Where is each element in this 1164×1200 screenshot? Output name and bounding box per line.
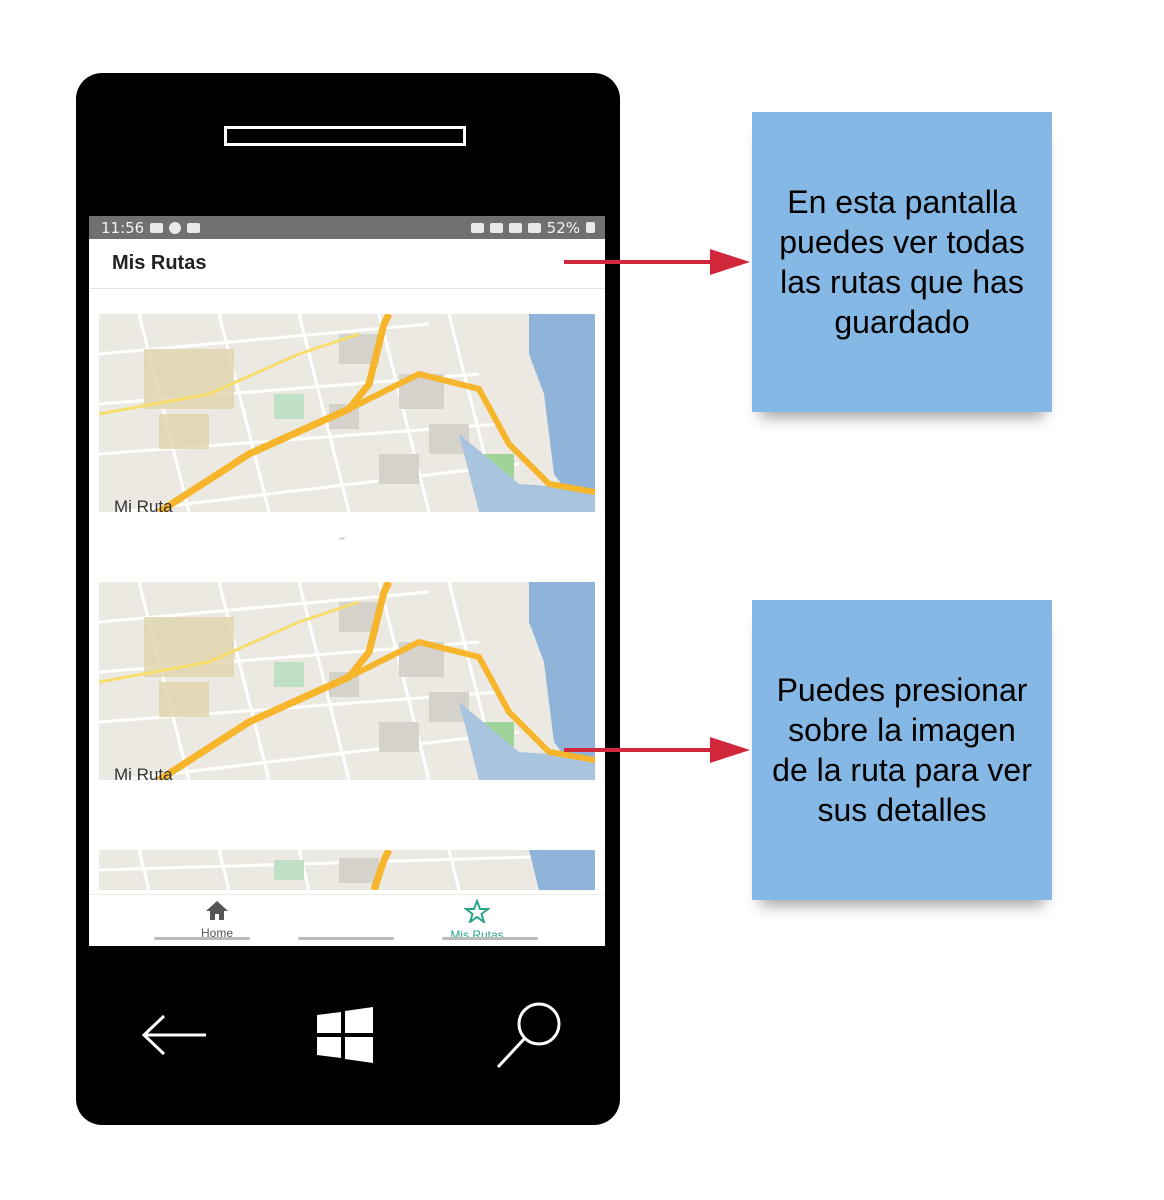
status-bar: 11:56 52% xyxy=(89,216,605,239)
back-arrow-icon[interactable] xyxy=(140,1013,210,1057)
annotation-note-list: En esta pantalla puedes ver todas las ru… xyxy=(752,112,1052,412)
image-notification-icon xyxy=(150,222,164,233)
arrow-right-icon xyxy=(564,737,750,763)
route-map-image[interactable] xyxy=(99,314,595,512)
phone-speaker xyxy=(224,126,466,146)
gesture-indicator xyxy=(154,937,250,940)
windows-start-icon[interactable] xyxy=(317,1007,373,1063)
annotation-text: En esta pantalla puedes ver todas las ru… xyxy=(779,184,1025,340)
alarm-icon xyxy=(470,222,484,233)
phone-frame: 11:56 52% Mis Rutas Mi Ruta Mi Ruta Home… xyxy=(76,73,620,1125)
annotation-text: Puedes presionar sobre la imagen de la r… xyxy=(772,672,1032,828)
app-notification-icon xyxy=(169,221,182,234)
signal-icon xyxy=(527,222,541,233)
list-divider xyxy=(339,537,345,540)
app-bar: Mis Rutas xyxy=(89,239,605,289)
phone-screen: 11:56 52% Mis Rutas Mi Ruta Mi Ruta Home… xyxy=(89,216,605,946)
route-name: Mi Ruta xyxy=(114,765,173,784)
wifi-icon xyxy=(508,222,522,233)
routes-list[interactable]: Mi Ruta Mi Ruta xyxy=(89,289,605,894)
folder-notification-icon xyxy=(187,222,201,233)
search-icon[interactable] xyxy=(494,999,566,1071)
arrow-right-icon xyxy=(564,249,750,275)
page-title: Mis Rutas xyxy=(112,252,207,274)
route-name: Mi Ruta xyxy=(114,497,173,516)
nav-item-mis-rutas[interactable]: Mis Rutas xyxy=(417,898,537,942)
star-icon xyxy=(463,898,491,925)
gesture-indicator xyxy=(298,937,394,940)
home-icon xyxy=(206,901,228,920)
gesture-indicator xyxy=(442,937,538,940)
route-map-image[interactable] xyxy=(99,850,595,890)
status-time: 11:56 xyxy=(101,218,145,237)
route-map-image[interactable] xyxy=(99,582,595,780)
nav-item-home[interactable]: Home xyxy=(157,899,277,940)
mute-icon xyxy=(489,222,503,233)
annotation-note-details: Puedes presionar sobre la imagen de la r… xyxy=(752,600,1052,900)
battery-icon xyxy=(586,222,595,233)
battery-level: 52% xyxy=(546,218,580,237)
